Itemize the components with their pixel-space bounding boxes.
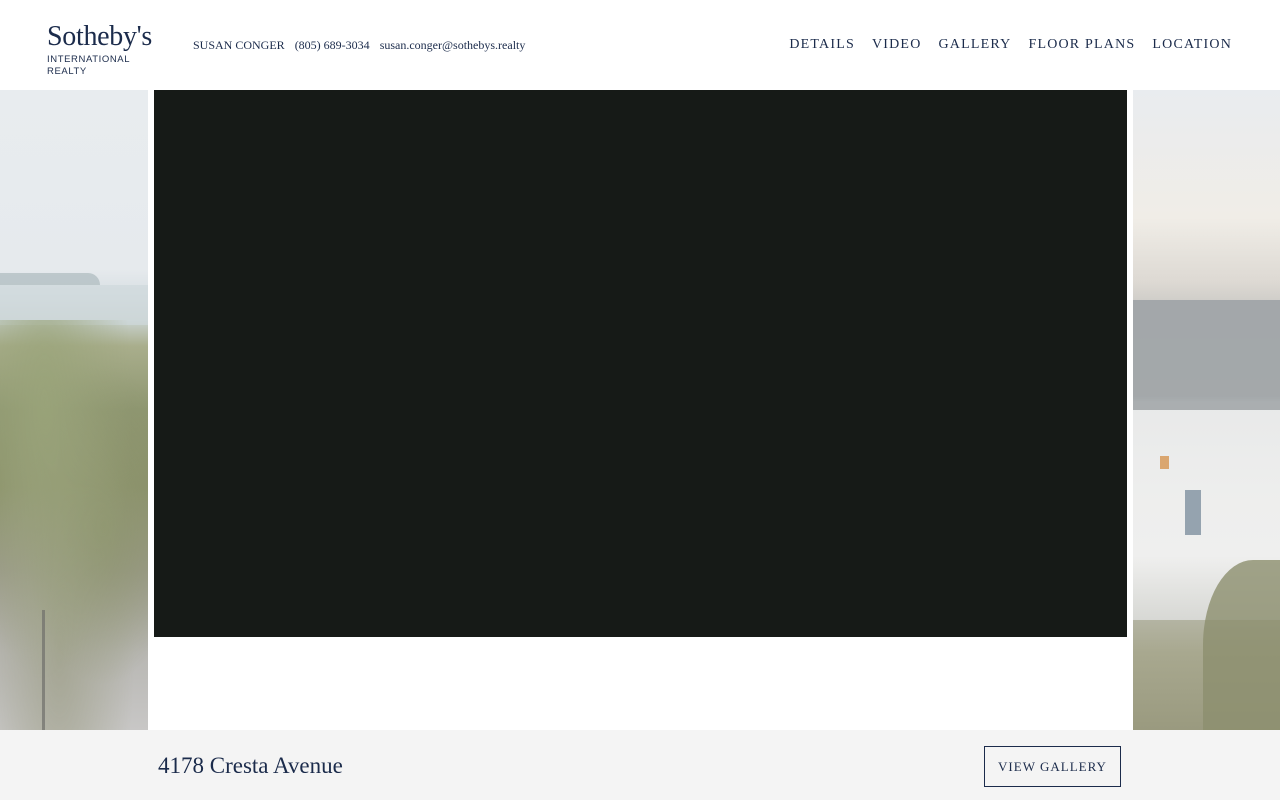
nav-floor-plans[interactable]: FLOOR PLANS bbox=[1028, 37, 1135, 53]
main-nav: DETAILS VIDEO GALLERY FLOOR PLANS LOCATI… bbox=[789, 37, 1232, 53]
agent-phone-link[interactable]: (805) 689-3034 bbox=[295, 38, 370, 52]
wall-lantern bbox=[1160, 456, 1169, 469]
nav-gallery[interactable]: GALLERY bbox=[939, 37, 1012, 53]
site-header: Sotheby's INTERNATIONAL REALTY SUSAN CON… bbox=[0, 0, 1280, 90]
agent-email-link[interactable]: susan.conger@sothebys.realty bbox=[380, 38, 526, 52]
agent-name: SUSAN CONGER bbox=[193, 38, 285, 52]
agent-contact: SUSAN CONGER (805) 689-3034 susan.conger… bbox=[193, 38, 525, 52]
nav-location[interactable]: LOCATION bbox=[1152, 37, 1232, 53]
gallery-prev-image[interactable] bbox=[0, 90, 148, 730]
video-player[interactable] bbox=[154, 90, 1127, 637]
nav-video[interactable]: VIDEO bbox=[872, 37, 922, 53]
video-spacer bbox=[148, 637, 1133, 730]
view-gallery-button[interactable]: VIEW GALLERY bbox=[984, 746, 1121, 787]
nav-details[interactable]: DETAILS bbox=[789, 37, 855, 53]
utility-pole bbox=[42, 610, 45, 730]
ocean-view bbox=[0, 285, 148, 325]
tree-canopy bbox=[0, 320, 148, 730]
slate-roof bbox=[1133, 300, 1280, 410]
gallery-next-image[interactable] bbox=[1133, 90, 1280, 730]
logo-wordmark: Sotheby's bbox=[47, 21, 153, 52]
front-door bbox=[1185, 490, 1201, 535]
listing-bar: 4178 Cresta Avenue VIEW GALLERY bbox=[0, 730, 1280, 800]
logo-subtitle: INTERNATIONAL REALTY bbox=[47, 54, 130, 77]
sothebys-logo[interactable]: Sotheby's INTERNATIONAL REALTY bbox=[47, 21, 167, 78]
distant-island bbox=[0, 273, 100, 285]
listing-address: 4178 Cresta Avenue bbox=[158, 753, 343, 778]
